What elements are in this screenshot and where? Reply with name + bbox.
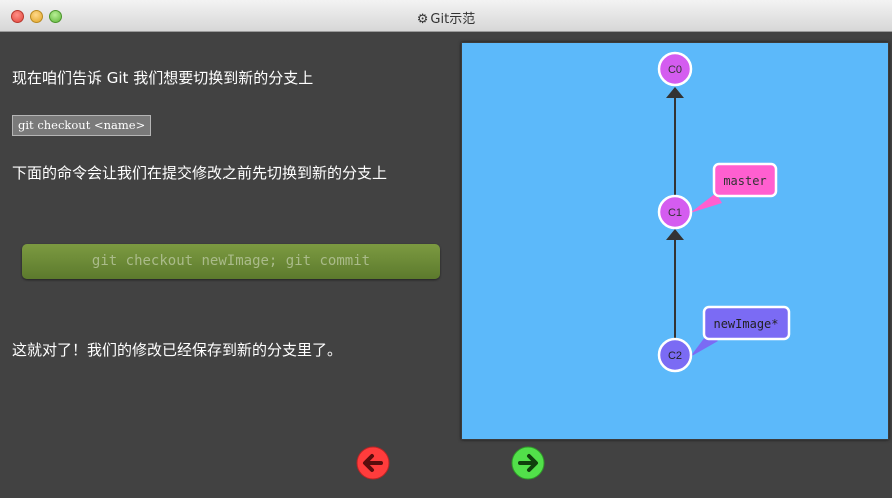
window-titlebar: ⚙ Git示范 <box>0 0 892 32</box>
git-graph-canvas: master newImage* C0 C1 C2 <box>657 51 791 373</box>
branch-master-label: master <box>723 174 766 188</box>
window-title-text: Git示范 <box>430 12 476 27</box>
edge-arrowhead <box>666 87 684 98</box>
code-example: git checkout <name> <box>12 115 152 136</box>
commit-c2-label: C2 <box>668 350 682 362</box>
window-title: ⚙ Git示范 <box>0 8 892 27</box>
branch-newimage-label: newImage* <box>713 317 778 331</box>
edge-arrowhead <box>666 229 684 240</box>
result-paragraph: 这就对了！我们的修改已经保存到新的分支里了。 <box>12 341 343 359</box>
next-button[interactable] <box>511 446 545 480</box>
dialog-panel: 现在咱们告诉 Git 我们想要切换到新的分支上 git checkout <na… <box>0 32 545 498</box>
intro-paragraph: 现在咱们告诉 Git 我们想要切换到新的分支上 <box>12 69 314 87</box>
git-graph-visualization: master newImage* C0 C1 C2 <box>461 42 889 440</box>
commit-c1-label: C1 <box>668 207 682 219</box>
instruction-paragraph: 下面的命令会让我们在提交修改之前先切换到新的分支上 <box>12 164 388 182</box>
gear-icon: ⚙ <box>416 12 429 27</box>
commit-c0-label: C0 <box>668 64 682 76</box>
previous-button[interactable] <box>356 446 390 480</box>
run-command-button[interactable]: git checkout newImage; git commit <box>22 244 440 279</box>
